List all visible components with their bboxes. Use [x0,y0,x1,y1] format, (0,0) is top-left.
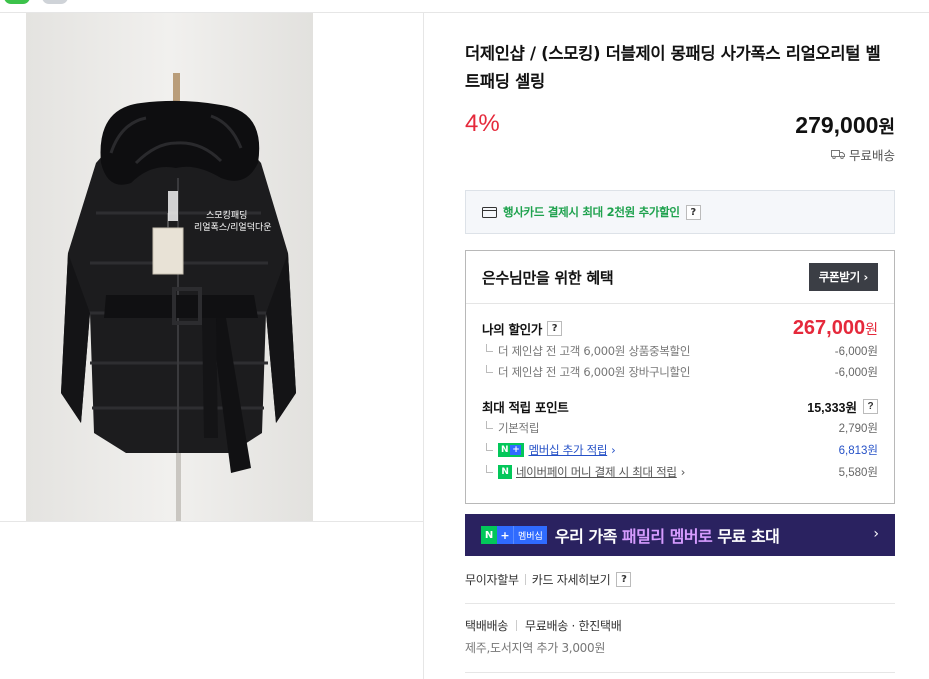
points-row-membership: N + 멤버십 추가 적립 › 6,813원 [482,442,878,458]
npay-link[interactable]: 네이버페이 머니 결제 시 최대 적립 [516,464,677,480]
naver-plus-icon: N + [498,443,525,457]
puffer-jacket-image: 스모킹패딩 리얼폭스/리얼덕다운 [26,13,313,521]
banner-text-post: 무료 초대 [712,527,780,546]
photo-caption-line-1: 스모킹패딩 [206,209,247,221]
delivery-type: 택배배송 [465,619,508,633]
card-detail-help-icon[interactable]: ? [616,572,632,587]
points-row-basic: 기본적립 2,790원 [482,420,878,436]
divider [465,672,895,673]
discount-row-2: 더 제인샵 전 고객 6,000원 장바구니할인 -6,000원 [482,364,878,380]
card-promo-help-icon[interactable]: ? [685,204,701,220]
delivery-detail: 무료배송 · 한진택배 [524,619,622,633]
points-membership-label[interactable]: N + 멤버십 추가 적립 › [482,442,616,458]
card-promo-text: 행사카드 결제시 최대 2천원 추가할인 [503,205,680,219]
my-price-row: 나의 할인가? 267,000원 [482,317,878,340]
points-help-icon[interactable]: ? [863,399,878,414]
discount-label-2: 더 제인샵 전 고객 6,000원 장바구니할인 [482,364,690,380]
tab-pill-gray[interactable] [42,0,68,4]
sale-price: 279,000원 [795,112,895,139]
points-row-npay: N 네이버페이 머니 결제 시 최대 적립 › 5,580원 [482,464,878,480]
photo-caption-line-2: 리얼폭스/리얼덕다운 [194,222,272,233]
chevron-right-icon: › [680,465,686,479]
points-npay-value: 5,580원 [838,467,878,479]
plus-icon: + [497,526,513,544]
naver-n-icon: N [481,526,497,544]
benefit-header: 은수님만을 위한 혜택 쿠폰받기 › [466,251,894,304]
credit-card-icon [482,203,497,222]
banner-text-highlight: 패밀리 멤버로 [621,527,713,546]
divider [524,574,526,585]
family-membership-banner[interactable]: N + 멤버십 우리 가족 패밀리 멤버로 무료 초대 › [465,514,895,556]
product-photo[interactable]: 스모킹패딩 리얼폭스/리얼덕다운 [26,13,313,521]
naver-membership-badge: N + 멤버십 [481,526,547,544]
discount-value-2: -6,000원 [834,367,878,379]
sale-price-unit: 원 [878,117,895,137]
my-price-label: 나의 할인가? [482,319,563,338]
free-shipping-label: 무료배송 [830,145,895,164]
my-price-help-icon[interactable]: ? [547,321,563,336]
chevron-right-icon: › [611,443,616,457]
max-points-label: 최대 적립 포인트 [482,400,569,415]
points-basic-value: 2,790원 [838,423,878,435]
delivery-extra-fee: 제주,도서지역 추가 3,000원 [465,641,606,655]
banner-text-pre: 우리 가족 [554,527,622,546]
banner-text: 우리 가족 패밀리 멤버로 무료 초대 [554,523,780,547]
card-detail-link[interactable]: 카드 자세히보기 [532,571,611,588]
discount-label-1: 더 제인샵 전 고객 6,000원 상품중복할인 [482,343,690,359]
points-membership-value: 6,813원 [838,445,878,457]
chevron-right-icon: › [873,526,879,542]
installment-link[interactable]: 무이자할부 [465,571,519,588]
discount-rate: 4% [465,110,500,137]
benefit-title: 은수님만을 위한 혜택 [482,268,614,287]
product-image-column: 스모킹패딩 리얼폭스/리얼덕다운 [0,13,424,679]
points-npay-label[interactable]: N 네이버페이 머니 결제 시 최대 적립 › [482,464,685,480]
divider [465,603,895,604]
my-price-value: 267,000원 [793,317,878,340]
tab-pill-green[interactable] [4,0,30,4]
card-promo-banner[interactable]: 행사카드 결제시 최대 2천원 추가할인 ? [465,190,895,234]
get-coupon-button[interactable]: 쿠폰받기 › [808,263,878,291]
sale-price-value: 279,000 [795,112,879,138]
benefit-panel: 은수님만을 위한 혜택 쿠폰받기 › 나의 할인가? 267,000원 더 제인… [465,250,895,504]
membership-badge-text: 멤버십 [513,526,547,544]
free-shipping-text: 무료배송 [848,148,895,163]
top-strip [0,0,929,13]
naverpay-icon: N [498,465,512,479]
my-price-unit: 원 [865,321,878,337]
truck-icon [830,147,845,162]
max-points-value: 15,333원? [807,397,878,416]
max-points-amount: 15,333원 [807,401,857,415]
image-divider [0,521,424,522]
payment-links: 무이자할부 카드 자세히보기 ? [465,571,632,588]
product-title: 더제인샵 / (스모킹) 더블제이 몽패딩 사가폭스 리얼오리털 벨트패딩 셀링 [465,44,881,91]
points-basic-label: 기본적립 [482,420,539,436]
delivery-info: 택배배송 무료배송 · 한진택배 [465,617,622,634]
my-price-label-text: 나의 할인가 [482,322,543,337]
discount-row-1: 더 제인샵 전 고객 6,000원 상품중복할인 -6,000원 [482,343,878,359]
discount-value-1: -6,000원 [834,346,878,358]
my-price-amount: 267,000 [792,317,866,339]
membership-link[interactable]: 멤버십 추가 적립 [528,442,607,458]
max-points-row: 최대 적립 포인트 15,333원? [482,397,878,416]
divider [515,620,517,631]
